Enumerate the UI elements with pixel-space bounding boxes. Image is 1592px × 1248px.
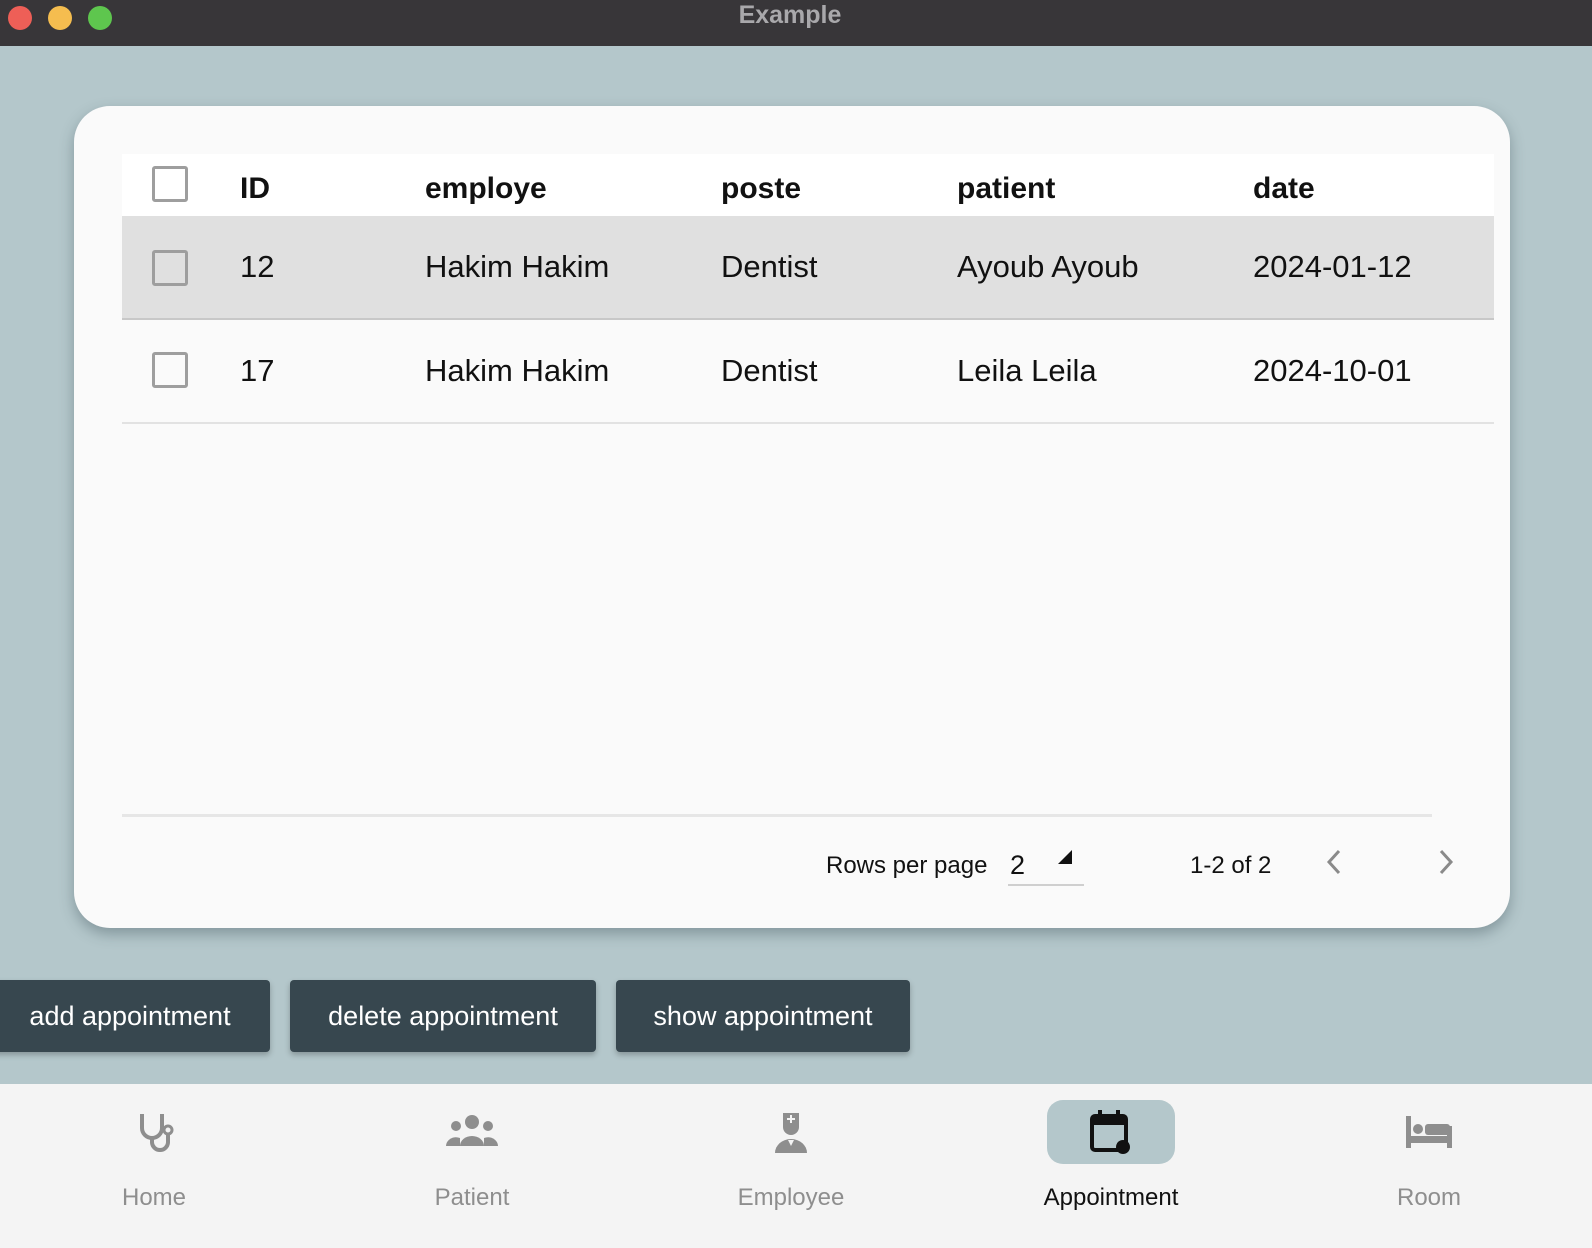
rows-per-page-select[interactable]: 2 — [1008, 846, 1084, 886]
column-header-date[interactable]: date — [1253, 154, 1315, 216]
doctor-icon — [775, 1113, 807, 1153]
rows-per-page-label: Rows per page — [826, 852, 988, 879]
pagination-range: 1-2 of 2 — [1190, 852, 1272, 879]
nav-item-appointment[interactable]: Appointment — [1011, 1084, 1211, 1248]
show-appointment-button[interactable]: show appointment — [616, 980, 910, 1052]
bottom-navigation: Home Patient Employee Appointment Room — [0, 1084, 1592, 1248]
column-header-patient[interactable]: patient — [957, 154, 1055, 216]
nav-pill-room — [1365, 1100, 1493, 1164]
cell-patient: Ayoub Ayoub — [957, 249, 1139, 284]
cell-id: 12 — [240, 249, 275, 284]
nav-pill-employee — [727, 1100, 855, 1164]
nav-pill-appointment — [1047, 1100, 1175, 1164]
previous-page-button[interactable] — [1314, 842, 1354, 882]
column-header-id[interactable]: ID — [240, 154, 270, 216]
nav-pill-patient — [408, 1100, 536, 1164]
nav-label-room: Room — [1396, 1184, 1462, 1211]
window-titlebar: Example — [0, 0, 1592, 46]
cell-poste: Dentist — [721, 249, 818, 284]
table-header: ID employe poste patient date — [122, 154, 1494, 216]
table-footer-divider — [122, 814, 1432, 817]
nav-item-employee[interactable]: Employee — [691, 1084, 891, 1248]
cell-date: 2024-10-01 — [1253, 353, 1412, 388]
column-header-employe[interactable]: employe — [425, 154, 547, 216]
rows-per-page-value: 2 — [1010, 850, 1026, 880]
column-header-poste[interactable]: poste — [721, 154, 801, 216]
stethoscope-icon — [140, 1114, 174, 1152]
next-page-button[interactable] — [1426, 842, 1466, 882]
cell-id: 17 — [240, 353, 275, 388]
nav-label-patient: Patient — [434, 1184, 510, 1211]
window-title: Example — [738, 1, 842, 29]
table-row[interactable]: 12 Hakim Hakim Dentist Ayoub Ayoub 2024-… — [122, 216, 1494, 320]
cell-poste: Dentist — [721, 353, 818, 388]
table-row[interactable]: 17 Hakim Hakim Dentist Leila Leila 2024-… — [122, 320, 1494, 424]
appointments-table-card: ID employe poste patient date 12 Hakim H… — [74, 106, 1510, 928]
cell-date: 2024-01-12 — [1253, 249, 1412, 284]
chevron-right-icon — [1439, 849, 1454, 875]
dropdown-arrow-icon — [1058, 850, 1072, 864]
bed-icon — [1406, 1116, 1452, 1148]
nav-label-appointment: Appointment — [1043, 1184, 1179, 1211]
cell-employe: Hakim Hakim — [425, 353, 610, 388]
row-checkbox[interactable] — [152, 250, 188, 286]
delete-appointment-button[interactable]: delete appointment — [290, 980, 596, 1052]
calendar-icon — [1090, 1110, 1130, 1154]
cell-patient: Leila Leila — [957, 353, 1097, 388]
cell-employe: Hakim Hakim — [425, 249, 610, 284]
row-checkbox[interactable] — [152, 352, 188, 388]
group-icon — [446, 1115, 498, 1146]
nav-pill-home — [90, 1100, 218, 1164]
nav-item-patient[interactable]: Patient — [372, 1084, 572, 1248]
add-appointment-button[interactable]: add appointment — [0, 980, 270, 1052]
select-all-checkbox[interactable] — [152, 166, 188, 202]
nav-label-employee: Employee — [737, 1184, 845, 1211]
nav-item-room[interactable]: Room — [1329, 1084, 1529, 1248]
chevron-left-icon — [1326, 849, 1341, 875]
nav-item-home[interactable]: Home — [54, 1084, 254, 1248]
nav-label-home: Home — [121, 1184, 187, 1211]
